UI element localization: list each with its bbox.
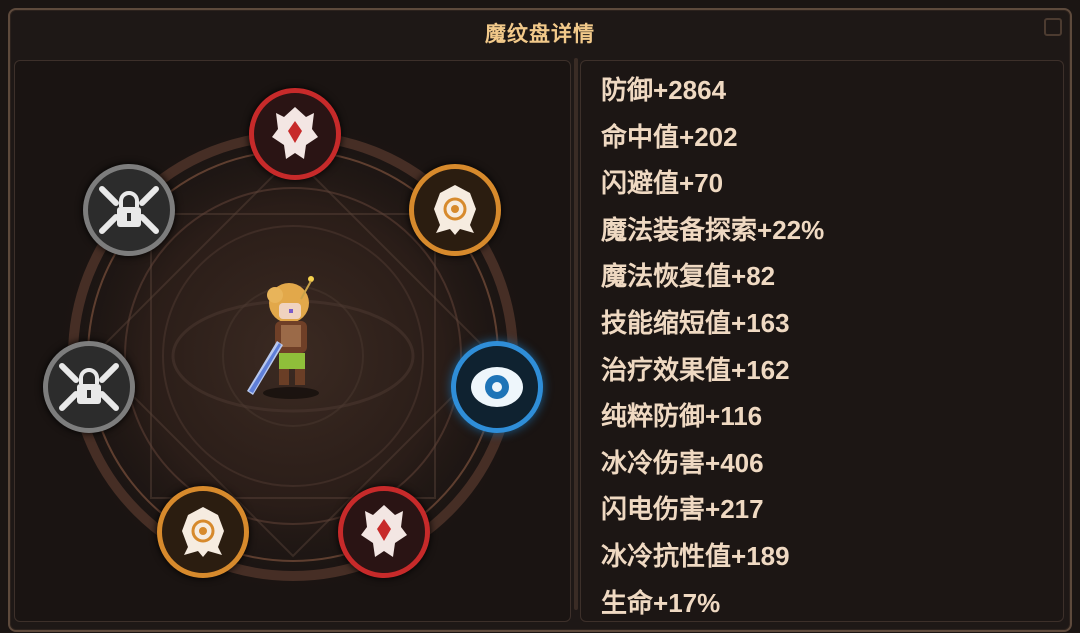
stat-value: +202 <box>679 121 738 152</box>
stat-label: 冰冷抗性值 <box>601 541 732 572</box>
rune-slot-bottom-right[interactable] <box>338 486 430 578</box>
game-frame: 魔纹盘详情 防御+2864 命中值+202 闪避值+70 魔法装备探索+22% … <box>0 0 1080 633</box>
stat-row: 魔法恢复值+82 <box>601 253 824 300</box>
gold-swirl-icon <box>182 507 224 557</box>
stat-row: 生命+17% <box>601 580 824 627</box>
stat-value: +217 <box>705 494 764 525</box>
stat-value: +116 <box>705 401 763 432</box>
corner-ornament-icon <box>1044 18 1062 36</box>
stat-value: +17% <box>653 587 721 618</box>
stat-row: 冰冷抗性值+189 <box>601 533 824 580</box>
stats-list: 防御+2864 命中值+202 闪避值+70 魔法装备探索+22% 魔法恢复值+… <box>601 67 824 626</box>
stat-label: 闪电伤害 <box>601 495 706 526</box>
stat-label: 技能缩短值 <box>601 308 732 339</box>
stat-value: +82 <box>731 261 776 292</box>
rune-slot-left[interactable] <box>43 341 135 433</box>
stat-row: 纯粹防御+116 <box>601 393 824 440</box>
stats-panel: 防御+2864 命中值+202 闪避值+70 魔法装备探索+22% 魔法恢复值+… <box>580 60 1064 622</box>
stat-row: 闪电伤害+217 <box>601 486 824 533</box>
rune-slot-top[interactable] <box>249 88 341 180</box>
stat-value: +70 <box>679 168 724 199</box>
red-crest-icon <box>272 107 318 159</box>
rune-slot-right[interactable] <box>451 341 543 433</box>
rune-slot-top-left[interactable] <box>83 164 175 256</box>
stat-label: 生命 <box>601 588 654 619</box>
stat-label: 冰冷伤害 <box>601 448 706 479</box>
stat-value: +163 <box>731 307 790 338</box>
stat-value: +406 <box>705 447 764 478</box>
lock-icon <box>99 186 159 234</box>
panel-title: 魔纹盘详情 <box>485 22 595 46</box>
blue-eye-icon <box>471 367 523 407</box>
stat-label: 命中值 <box>601 122 680 153</box>
stat-label: 闪避值 <box>601 169 680 200</box>
gold-swirl-icon <box>434 185 476 235</box>
stat-value: +189 <box>731 540 790 571</box>
stat-label: 防御 <box>601 76 654 106</box>
stat-value: +2864 <box>653 75 727 105</box>
stat-row: 魔法装备探索+22% <box>601 207 824 254</box>
stat-label: 治疗效果值 <box>601 355 732 386</box>
stat-label: 魔法装备探索 <box>601 215 758 246</box>
stat-value: +22% <box>757 214 825 245</box>
stat-row: 闪避值+70 <box>601 160 824 207</box>
stat-row: 命中值+202 <box>601 114 824 161</box>
pane-divider <box>574 58 578 610</box>
rune-slot-top-right[interactable] <box>409 164 501 256</box>
rune-disk-area <box>14 60 571 622</box>
stat-row: 技能缩短值+163 <box>601 300 824 347</box>
character-sprite <box>247 276 319 399</box>
lock-icon <box>59 363 119 411</box>
red-crest-icon <box>361 505 407 557</box>
stat-row: 治疗效果值+162 <box>601 347 824 394</box>
stat-label: 纯粹防御 <box>601 402 706 433</box>
stat-row: 冰冷伤害+406 <box>601 440 824 487</box>
rune-slot-bottom-left[interactable] <box>157 486 249 578</box>
stat-row: 防御+2864 <box>601 67 824 114</box>
stat-value: +162 <box>731 354 790 385</box>
stat-label: 魔法恢复值 <box>601 262 732 293</box>
